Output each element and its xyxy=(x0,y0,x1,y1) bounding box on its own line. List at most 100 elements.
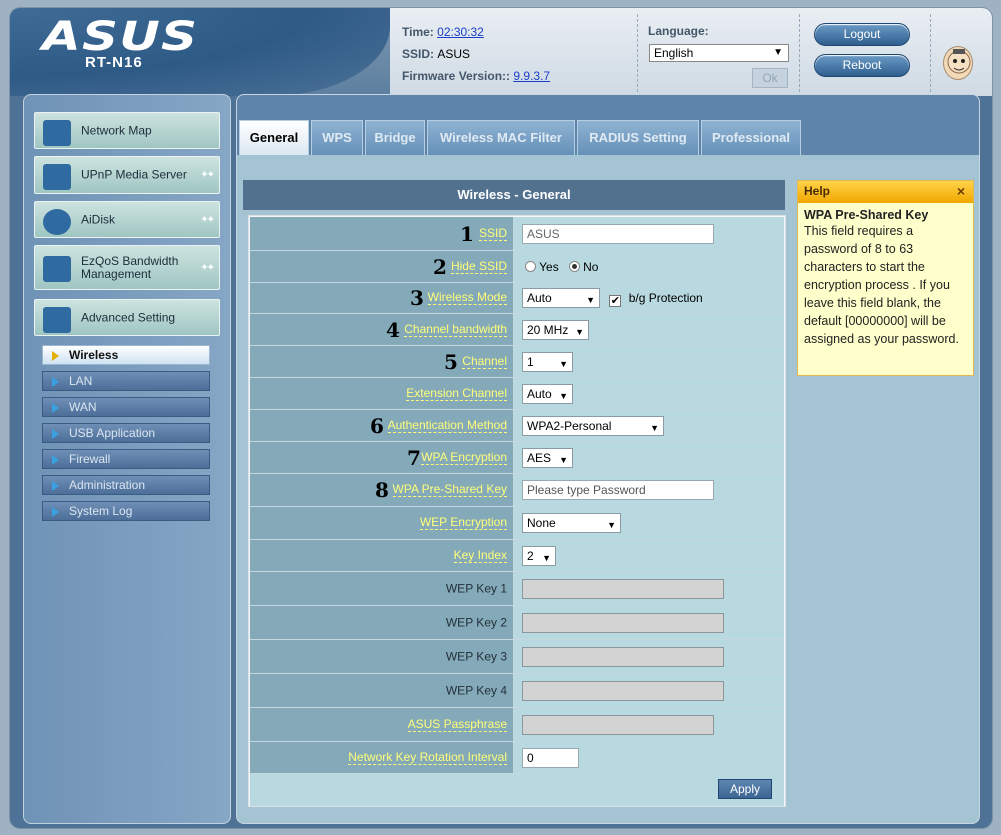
chevron-down-icon: ▼ xyxy=(542,552,551,563)
row-channel-bandwidth: 4 Channel bandwidth 20 MHz ▼ xyxy=(250,314,784,346)
channel-label[interactable]: Channel xyxy=(462,354,507,369)
channel-bandwidth-label[interactable]: Channel bandwidth xyxy=(404,322,507,337)
row-key-index: Key Index 2 ▼ xyxy=(250,540,784,572)
asus-passphrase-label[interactable]: ASUS Passphrase xyxy=(407,717,507,732)
wpa-pre-shared-key-input[interactable]: Please type Password xyxy=(522,480,714,500)
wpa-pre-shared-key-label[interactable]: WPA Pre-Shared Key xyxy=(392,483,507,497)
extension-channel-select[interactable]: Auto ▼ xyxy=(522,383,573,404)
submenu-wireless[interactable]: Wireless xyxy=(42,345,210,365)
help-body: This field requires a password of 8 to 6… xyxy=(804,224,959,346)
tab-bridge[interactable]: Bridge xyxy=(365,120,425,155)
authentication-method-label[interactable]: Authentication Method xyxy=(387,418,507,433)
menu-network-map[interactable]: Network Map xyxy=(34,112,220,149)
row-label-cell: 6 Authentication Method xyxy=(250,410,514,441)
submenu-administration[interactable]: Administration xyxy=(42,475,210,495)
callout-number: 2 xyxy=(433,254,447,279)
row-label-cell: 2 Hide SSID xyxy=(250,251,514,282)
callout-number: 6 xyxy=(370,413,384,438)
tab-wireless-mac-filter[interactable]: Wireless MAC Filter xyxy=(427,120,575,155)
submenu-firewall[interactable]: Firewall xyxy=(42,449,210,469)
wireless-mode-label[interactable]: Wireless Mode xyxy=(427,291,507,305)
row-label-cell: Network Key Rotation Interval xyxy=(250,742,514,773)
submenu-label: Administration xyxy=(69,478,146,492)
chevron-down-icon: ▼ xyxy=(559,390,568,401)
submenu-system-log[interactable]: System Log xyxy=(42,501,210,521)
field-cell xyxy=(522,646,724,667)
field-cell: 20 MHz ▼ xyxy=(522,319,589,340)
key-index-label[interactable]: Key Index xyxy=(453,548,507,563)
time-link[interactable]: 02:30:32 xyxy=(437,25,484,39)
callout-number: 7 xyxy=(407,445,421,470)
tab-wps[interactable]: WPS xyxy=(311,120,363,155)
wep-key-2-label: WEP Key 2 xyxy=(445,615,507,629)
model-name: RT-N16 xyxy=(85,54,143,71)
row-label-cell: WEP Key 2 xyxy=(250,606,514,639)
header: ASUS RT-N16 Time: 02:30:32 SSID: ASUS Fi… xyxy=(10,8,992,96)
submenu-lan[interactable]: LAN xyxy=(42,371,210,391)
network-key-rotation-interval-label[interactable]: Network Key Rotation Interval xyxy=(348,750,507,765)
hide-ssid-label[interactable]: Hide SSID xyxy=(450,259,507,274)
field-cell: Auto ▼ xyxy=(522,383,573,404)
select-value: Auto xyxy=(527,386,552,401)
reboot-button[interactable]: Reboot xyxy=(814,54,910,77)
wireless-mode-select[interactable]: Auto ▼ xyxy=(522,288,600,308)
ssid-value: ASUS xyxy=(437,47,471,61)
tab-general[interactable]: General xyxy=(239,120,309,155)
wpa-encryption-select[interactable]: AES ▼ xyxy=(522,447,573,468)
channel-select[interactable]: 1 ▼ xyxy=(522,351,573,372)
row-label-cell: 7 WPA Encryption xyxy=(250,442,514,473)
firmware-link[interactable]: 9.9.3.7 xyxy=(513,69,550,83)
network-key-rotation-interval-input[interactable]: 0 xyxy=(522,747,579,768)
row-label-cell: 5 Channel xyxy=(250,346,514,377)
wrench-icon xyxy=(43,307,71,333)
close-icon[interactable]: × xyxy=(957,183,965,199)
wep-encryption-label[interactable]: WEP Encryption xyxy=(419,516,507,530)
field-cell: None ▼ xyxy=(522,513,621,533)
tab-professional[interactable]: Professional xyxy=(701,120,801,155)
menu-upnp-media-server[interactable]: UPnP Media Server ✦✦ xyxy=(34,156,220,194)
key-index-select[interactable]: 2 ▼ xyxy=(522,545,556,566)
bg-protection-checkbox[interactable]: ✔ xyxy=(609,295,622,307)
asus-passphrase-input xyxy=(522,714,714,735)
row-wep-key-2: WEP Key 2 xyxy=(250,606,784,640)
apply-button[interactable]: Apply xyxy=(718,779,772,799)
ok-button[interactable]: Ok xyxy=(752,68,788,88)
submenu-label: Firewall xyxy=(69,452,111,466)
sidebar: Network Map UPnP Media Server ✦✦ AiDisk … xyxy=(23,94,231,824)
chevron-down-icon: ▼ xyxy=(559,358,568,369)
submenu-usb-application[interactable]: USB Application xyxy=(42,423,210,443)
extension-channel-label[interactable]: Extension Channel xyxy=(406,386,507,401)
menu-advanced-setting[interactable]: Advanced Setting xyxy=(34,299,220,336)
menu-ezqos[interactable]: EzQoS Bandwidth Management ✦✦ xyxy=(34,245,220,290)
wep-key-4-label: WEP Key 4 xyxy=(445,683,507,697)
ssid-input[interactable]: ASUS xyxy=(522,223,714,244)
wpa-encryption-label[interactable]: WPA Encryption xyxy=(421,450,507,465)
submenu-label: USB Application xyxy=(69,426,156,440)
language-label: Language: xyxy=(648,24,709,38)
chevron-down-icon: ▼ xyxy=(650,422,659,433)
hide-ssid-yes-radio[interactable] xyxy=(525,260,536,272)
row-label-cell: 4 Channel bandwidth xyxy=(250,314,514,345)
language-select[interactable]: English ▼ xyxy=(649,44,789,62)
row-extension-channel: Extension Channel Auto ▼ xyxy=(250,378,784,410)
row-label-cell: WEP Key 4 xyxy=(250,674,514,707)
panel-title-main: Wireless xyxy=(457,187,511,202)
chevron-down-icon: ▼ xyxy=(773,47,783,58)
logout-button[interactable]: Logout xyxy=(814,23,910,46)
row-label-cell: WEP Key 1 xyxy=(250,572,514,605)
row-wpa-pre-shared-key: 8 WPA Pre-Shared Key Please type Password xyxy=(250,474,784,507)
hide-ssid-no-radio[interactable] xyxy=(568,260,580,272)
menu-label: EzQoS Bandwidth Management xyxy=(81,253,179,281)
field-cell xyxy=(522,612,724,633)
wep-encryption-select[interactable]: None ▼ xyxy=(522,513,621,533)
row-label-cell: Extension Channel xyxy=(250,378,514,409)
authentication-method-select[interactable]: WPA2-Personal ▼ xyxy=(522,415,664,436)
tab-radius-setting[interactable]: RADIUS Setting xyxy=(577,120,699,155)
submenu-wan[interactable]: WAN xyxy=(42,397,210,417)
row-asus-passphrase: ASUS Passphrase xyxy=(250,708,784,742)
submenu-label: LAN xyxy=(69,374,93,388)
ssid-label[interactable]: SSID xyxy=(478,226,507,241)
row-label-cell: ASUS Passphrase xyxy=(250,708,514,741)
menu-aidisk[interactable]: AiDisk ✦✦ xyxy=(34,201,220,238)
channel-bandwidth-select[interactable]: 20 MHz ▼ xyxy=(522,319,589,340)
